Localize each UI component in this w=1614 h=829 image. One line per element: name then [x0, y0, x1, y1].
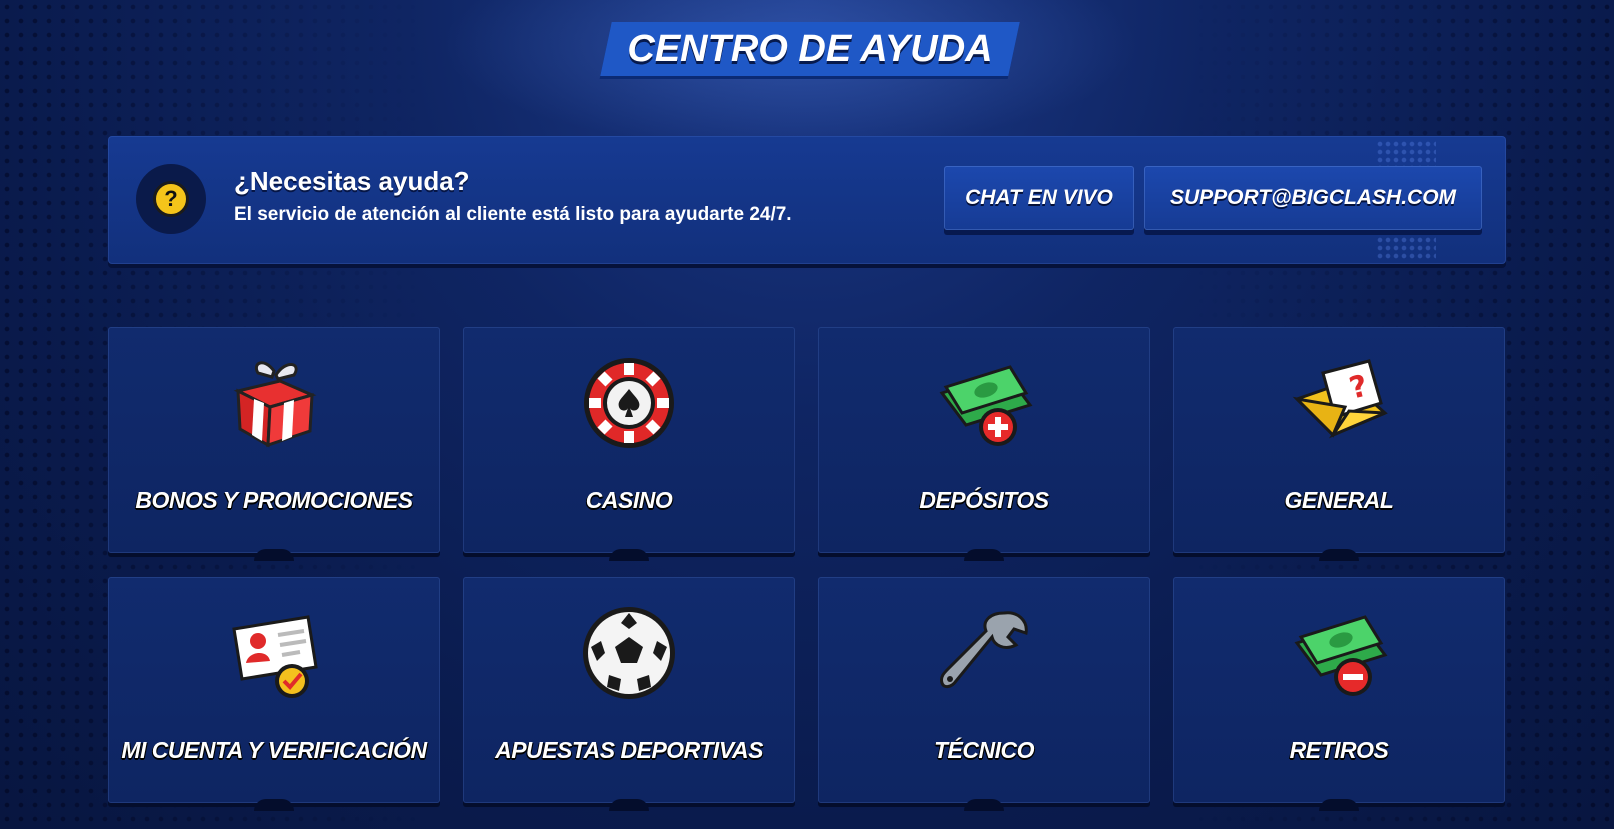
- category-card-tecnico[interactable]: TÉCNICO: [818, 577, 1150, 803]
- help-panel: ? ¿Necesitas ayuda? El servicio de atenc…: [108, 136, 1506, 264]
- category-card-retiros[interactable]: RETIROS: [1173, 577, 1505, 803]
- casino-chip-icon: [584, 358, 674, 448]
- gift-icon: [233, 361, 317, 448]
- help-title: ¿Necesitas ayuda?: [234, 166, 470, 196]
- category-card-casino[interactable]: CASINO: [463, 327, 795, 553]
- support-email-button[interactable]: SUPPORT@BIGCLASH.COM: [1144, 166, 1482, 230]
- page-title: CENTRO DE AYUDA: [627, 27, 993, 70]
- envelope-question-icon: ?: [1292, 359, 1388, 439]
- help-icon-container: ?: [136, 164, 206, 234]
- category-card-apuestas[interactable]: APUESTAS DEPORTIVAS: [463, 577, 795, 803]
- wrench-icon: [940, 611, 1028, 689]
- category-card-mi-cuenta[interactable]: MI CUENTA Y VERIFICACIÓN: [108, 577, 440, 803]
- soccer-ball-icon: [583, 607, 675, 699]
- live-chat-button[interactable]: CHAT EN VIVO: [944, 166, 1134, 230]
- category-grid: BONOS Y PROMOCIONES CASINO DEPÓSITOS ? G…: [108, 327, 1506, 803]
- id-card-check-icon: [232, 615, 318, 698]
- category-label: BONOS Y PROMOCIONES: [135, 487, 413, 513]
- question-icon: ?: [153, 181, 189, 217]
- category-label: RETIROS: [1289, 737, 1389, 763]
- category-label: TÉCNICO: [934, 737, 1035, 763]
- category-label: APUESTAS DEPORTIVAS: [495, 737, 763, 763]
- category-label: CASINO: [585, 487, 673, 513]
- cash-plus-icon: [939, 365, 1033, 446]
- category-card-general[interactable]: ? GENERAL: [1173, 327, 1505, 553]
- category-card-depositos[interactable]: DEPÓSITOS: [818, 327, 1150, 553]
- cash-minus-icon: [1294, 615, 1388, 696]
- category-label: MI CUENTA Y VERIFICACIÓN: [121, 737, 427, 763]
- category-label: DEPÓSITOS: [919, 487, 1049, 513]
- category-card-bonos[interactable]: BONOS Y PROMOCIONES: [108, 327, 440, 553]
- category-label: GENERAL: [1284, 487, 1394, 513]
- help-subtitle: El servicio de atención al cliente está …: [234, 204, 792, 225]
